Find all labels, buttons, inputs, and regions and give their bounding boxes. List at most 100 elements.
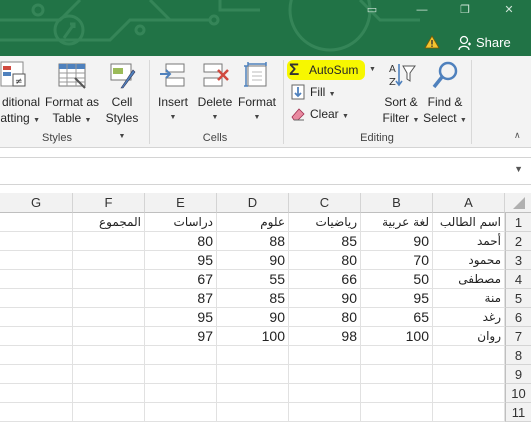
cell-c1[interactable]: رياضيات — [289, 213, 361, 232]
cell-g4[interactable] — [0, 270, 73, 289]
cell-c9[interactable] — [289, 365, 361, 384]
cell-e6[interactable]: 95 — [145, 308, 217, 327]
cell-a1[interactable]: اسم الطالب — [433, 213, 505, 232]
column-header-c[interactable]: C — [289, 193, 361, 213]
cell-b10[interactable] — [361, 384, 433, 403]
warning-icon[interactable] — [424, 35, 440, 49]
cell-b6[interactable]: 65 — [361, 308, 433, 327]
row-header-4[interactable]: 4 — [505, 270, 531, 289]
cell-e8[interactable] — [145, 346, 217, 365]
cell-g3[interactable] — [0, 251, 73, 270]
cell-e1[interactable]: دراسات — [145, 213, 217, 232]
cell-e10[interactable] — [145, 384, 217, 403]
fill-button[interactable]: Fill ▼ — [288, 82, 348, 102]
format-as-table-button[interactable]: Format as Table ▼ — [44, 60, 100, 129]
cell-b1[interactable]: لغة عربية — [361, 213, 433, 232]
ribbon-display-options-icon[interactable]: ▭ — [365, 4, 379, 16]
restore-icon[interactable]: ❐ — [458, 4, 472, 16]
cell-d8[interactable] — [217, 346, 289, 365]
minimize-icon[interactable]: — — [415, 4, 429, 16]
cell-c2[interactable]: 85 — [289, 232, 361, 251]
select-all-corner[interactable] — [505, 193, 531, 213]
cell-a8[interactable] — [433, 346, 505, 365]
cell-a4[interactable]: مصطفى — [433, 270, 505, 289]
cell-f3[interactable] — [73, 251, 145, 270]
autosum-dropdown-chevron-icon[interactable]: ▼ — [369, 66, 376, 73]
cell-c10[interactable] — [289, 384, 361, 403]
delete-button[interactable]: Delete ▼ — [195, 60, 235, 126]
cell-e2[interactable]: 80 — [145, 232, 217, 251]
autosum-button[interactable]: Σ AutoSum — [287, 60, 365, 80]
cell-e11[interactable] — [145, 403, 217, 422]
cell-c5[interactable]: 90 — [289, 289, 361, 308]
row-header-1[interactable]: 1 — [505, 213, 531, 232]
collapse-ribbon-icon[interactable]: ∧ — [514, 130, 521, 141]
cell-g8[interactable] — [0, 346, 73, 365]
cell-d9[interactable] — [217, 365, 289, 384]
cell-e9[interactable] — [145, 365, 217, 384]
row-header-3[interactable]: 3 — [505, 251, 531, 270]
cell-b2[interactable]: 90 — [361, 232, 433, 251]
close-icon[interactable]: ✕ — [502, 4, 516, 16]
cell-c11[interactable] — [289, 403, 361, 422]
cell-d5[interactable]: 85 — [217, 289, 289, 308]
cell-f5[interactable] — [73, 289, 145, 308]
cell-b4[interactable]: 50 — [361, 270, 433, 289]
cell-a10[interactable] — [433, 384, 505, 403]
cell-f4[interactable] — [73, 270, 145, 289]
cell-e5[interactable]: 87 — [145, 289, 217, 308]
cell-g1[interactable] — [0, 213, 73, 232]
cell-c3[interactable]: 80 — [289, 251, 361, 270]
cell-a11[interactable] — [433, 403, 505, 422]
cell-f7[interactable] — [73, 327, 145, 346]
expand-formula-bar-chevron-icon[interactable]: ▼ — [514, 164, 523, 174]
cell-e4[interactable]: 67 — [145, 270, 217, 289]
insert-button[interactable]: Insert ▼ — [152, 60, 194, 126]
column-header-d[interactable]: D — [217, 193, 289, 213]
cell-g6[interactable] — [0, 308, 73, 327]
row-header-2[interactable]: 2 — [505, 232, 531, 251]
column-header-a[interactable]: A — [433, 193, 505, 213]
cell-a9[interactable] — [433, 365, 505, 384]
cell-f6[interactable] — [73, 308, 145, 327]
cell-a5[interactable]: منة — [433, 289, 505, 308]
cell-b9[interactable] — [361, 365, 433, 384]
cell-f10[interactable] — [73, 384, 145, 403]
cell-f2[interactable] — [73, 232, 145, 251]
cell-d11[interactable] — [217, 403, 289, 422]
cell-b3[interactable]: 70 — [361, 251, 433, 270]
cell-a3[interactable]: محمود — [433, 251, 505, 270]
cell-c8[interactable] — [289, 346, 361, 365]
column-header-b[interactable]: B — [361, 193, 433, 213]
column-header-g[interactable]: G — [0, 193, 73, 213]
row-header-11[interactable]: 11 — [505, 403, 531, 422]
row-header-9[interactable]: 9 — [505, 365, 531, 384]
conditional-formatting-button[interactable]: ≠ ditional atting ▼ — [0, 60, 40, 129]
cell-c7[interactable]: 98 — [289, 327, 361, 346]
cell-b11[interactable] — [361, 403, 433, 422]
cell-d1[interactable]: علوم — [217, 213, 289, 232]
format-button[interactable]: Format ▼ — [236, 60, 278, 126]
row-header-10[interactable]: 10 — [505, 384, 531, 403]
row-header-6[interactable]: 6 — [505, 308, 531, 327]
cell-e3[interactable]: 95 — [145, 251, 217, 270]
cell-b8[interactable] — [361, 346, 433, 365]
cell-a7[interactable]: روان — [433, 327, 505, 346]
cell-d6[interactable]: 90 — [217, 308, 289, 327]
cell-g2[interactable] — [0, 232, 73, 251]
cell-a6[interactable]: رغد — [433, 308, 505, 327]
cell-a2[interactable]: أحمد — [433, 232, 505, 251]
cell-g11[interactable] — [0, 403, 73, 422]
find-select-button[interactable]: Find & Select ▼ — [423, 60, 467, 129]
cell-c6[interactable]: 80 — [289, 308, 361, 327]
cell-d10[interactable] — [217, 384, 289, 403]
cell-b7[interactable]: 100 — [361, 327, 433, 346]
cell-b5[interactable]: 95 — [361, 289, 433, 308]
cell-f9[interactable] — [73, 365, 145, 384]
cell-f1[interactable]: المجموع — [73, 213, 145, 232]
cell-styles-button[interactable]: Cell Styles ▼ — [101, 60, 143, 145]
column-header-e[interactable]: E — [145, 193, 217, 213]
cell-f8[interactable] — [73, 346, 145, 365]
cell-f11[interactable] — [73, 403, 145, 422]
row-header-8[interactable]: 8 — [505, 346, 531, 365]
